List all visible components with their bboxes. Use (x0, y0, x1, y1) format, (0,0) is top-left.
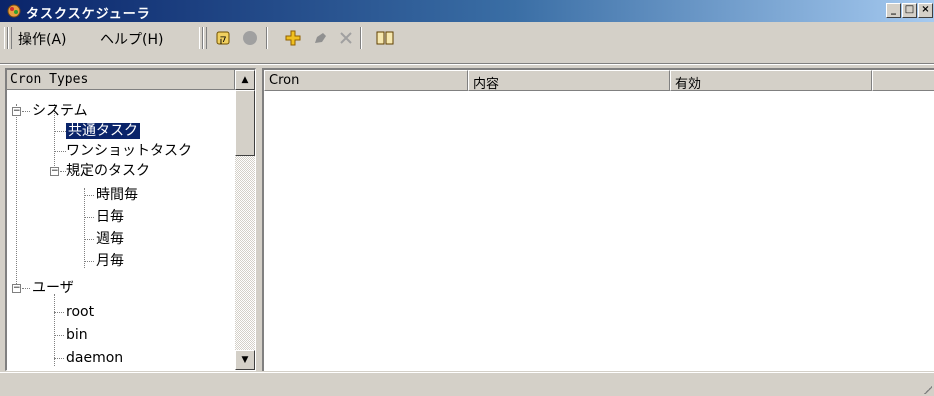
toolbar-grip-2 (203, 27, 207, 49)
collapse-toggle-system[interactable]: − (12, 107, 21, 116)
tree-node-common-tasks[interactable]: 共通タスク (66, 121, 140, 141)
add-button[interactable] (283, 28, 303, 48)
tree-line (84, 239, 94, 240)
tree-node-label: daemon (66, 350, 124, 366)
toolbar-separator-2 (360, 27, 362, 49)
column-header-enabled[interactable]: 有効 (670, 70, 872, 92)
tree-line (84, 261, 94, 262)
tree-line (54, 151, 66, 152)
menubar-grip-2 (8, 27, 12, 49)
tree-line (16, 104, 17, 284)
tree-line (54, 131, 66, 132)
tree-node-daily[interactable]: 日毎 (96, 207, 124, 227)
tree-node-bin[interactable]: bin (66, 325, 88, 345)
cron-type-tree[interactable]: Cron Types − システム 共通タスク ワンショットタスク − 規定のタ… (5, 68, 256, 371)
tree-node-label: root (66, 304, 95, 320)
stop-button[interactable] (240, 28, 260, 48)
menu-help[interactable]: ヘルプ(H) (100, 29, 163, 49)
tree-line (54, 312, 64, 313)
tree-node-monthly[interactable]: 月毎 (96, 251, 124, 271)
refresh-button[interactable]: ק (213, 28, 233, 48)
status-bar (0, 372, 934, 396)
tree-line (54, 335, 64, 336)
stop-icon (243, 31, 257, 45)
tree-line (54, 358, 64, 359)
menu-operation[interactable]: 操作(A) (18, 29, 67, 49)
delete-icon (340, 32, 352, 44)
tree-node-root[interactable]: root (66, 302, 94, 322)
close-button[interactable]: × (918, 3, 933, 18)
app-icon (7, 4, 21, 18)
tree-node-daemon[interactable]: daemon (66, 348, 123, 368)
scroll-down-button[interactable]: ▼ (235, 350, 255, 370)
add-icon (285, 30, 301, 46)
tree-node-label: 日毎 (96, 209, 124, 225)
delete-button[interactable] (336, 28, 356, 48)
edit-button[interactable] (310, 28, 330, 48)
tree-line (84, 217, 94, 218)
tree-line (84, 188, 85, 268)
maximize-button[interactable]: □ (902, 3, 917, 18)
tree-node-label: システム (32, 103, 88, 119)
tree-node-label: bin (66, 327, 88, 343)
resize-grip-icon[interactable] (922, 384, 932, 394)
tree-node-system[interactable]: システム (32, 101, 88, 121)
toolbar-bottom-rule (0, 63, 934, 65)
tree-node-label: 時間毎 (96, 187, 138, 203)
tree-line (22, 288, 30, 289)
svg-text:ק: ק (219, 34, 226, 45)
tree-node-weekly[interactable]: 週毎 (96, 229, 124, 249)
tree-vertical-scrollbar[interactable]: ▲ ▼ (235, 70, 255, 370)
column-header-content[interactable]: 内容 (468, 70, 670, 92)
tree-node-default-tasks[interactable]: 規定のタスク (66, 161, 150, 181)
column-header-filler (872, 70, 934, 91)
tree-line (54, 294, 55, 366)
tree-node-label: 月毎 (96, 253, 124, 269)
tree-node-label: ワンショットタスク (66, 143, 192, 159)
edit-icon (315, 33, 326, 43)
tree-node-label: 規定のタスク (66, 163, 150, 179)
title-bar[interactable]: タスクスケジューラ _ □ × (0, 0, 934, 22)
help-book-button[interactable] (375, 28, 395, 48)
window-title: タスクスケジューラ (26, 7, 151, 22)
minimize-button[interactable]: _ (886, 3, 901, 18)
tree-node-user[interactable]: ユーザ (32, 278, 74, 298)
tree-node-label: 共通タスク (66, 123, 140, 139)
tree-node-hourly[interactable]: 時間毎 (96, 185, 138, 205)
menu-toolbar-band: 操作(A) ヘルプ(H) ק (0, 22, 934, 66)
tree-node-label: 週毎 (96, 231, 124, 247)
scroll-up-button[interactable]: ▲ (235, 70, 255, 90)
tree-node-oneshot-tasks[interactable]: ワンショットタスク (66, 141, 192, 161)
collapse-toggle-user[interactable]: − (12, 284, 21, 293)
refresh-icon: ק (216, 31, 230, 45)
tree-node-label: ユーザ (32, 280, 74, 296)
tree-line (84, 195, 94, 196)
toolbar-separator (266, 27, 268, 49)
tree-header[interactable]: Cron Types (7, 70, 235, 90)
tree-line (22, 111, 30, 112)
book-icon (376, 31, 394, 45)
scroll-thumb[interactable] (235, 90, 255, 156)
collapse-toggle-default-tasks[interactable]: − (50, 167, 59, 176)
column-header-cron[interactable]: Cron (264, 70, 468, 91)
app-window: タスクスケジューラ _ □ × 操作(A) ヘルプ(H) ק Cron Type… (0, 0, 934, 396)
task-list[interactable]: Cron 内容 有効 (262, 68, 934, 371)
